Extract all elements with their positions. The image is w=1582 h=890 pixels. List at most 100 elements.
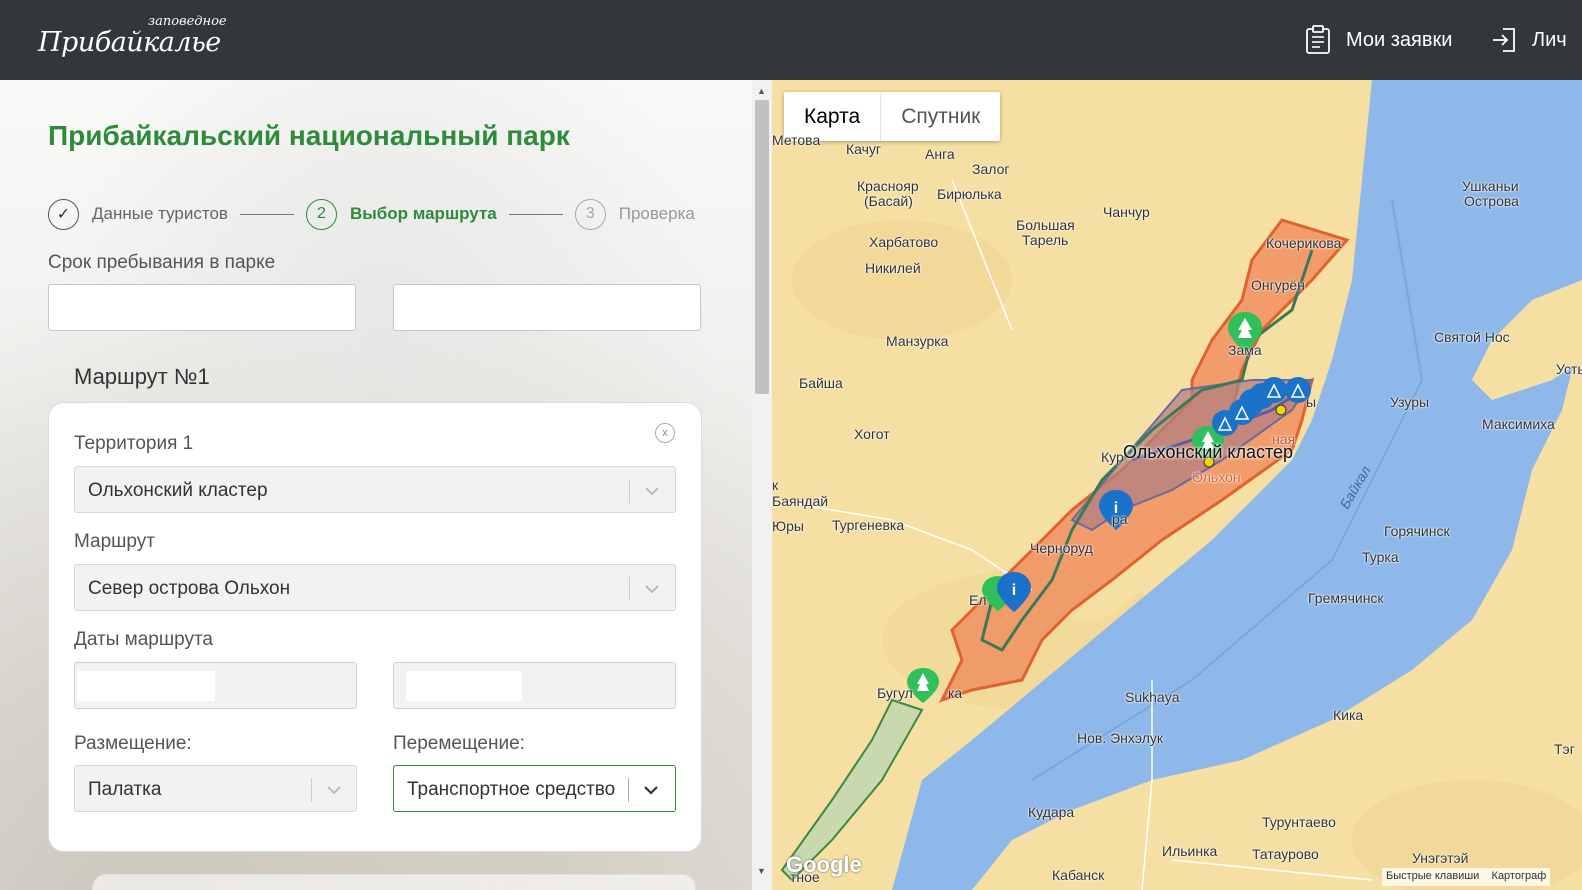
place-label: Святой Нос <box>1434 329 1510 345</box>
keyboard-shortcuts-link[interactable]: Быстрые клавиши <box>1386 870 1479 882</box>
redacted-value <box>61 293 215 323</box>
place-label: Тургеневка <box>832 517 905 533</box>
place-label: Онгурён <box>1251 277 1305 293</box>
place-label: Максимиха <box>1482 416 1555 432</box>
step-3-label: Проверка <box>618 204 695 223</box>
chevron-down-icon <box>644 786 658 795</box>
route-card: x Территория 1 Ольхонский кластер Маршру… <box>48 402 702 852</box>
place-label: Анга <box>925 146 955 162</box>
scroll-down-arrow-icon[interactable]: ▼ <box>757 866 766 876</box>
route-map[interactable]: i i Карта Спутник Метова Качуг Анга Зало… <box>772 80 1582 890</box>
redacted-value <box>406 293 510 323</box>
place-label: Байша <box>799 375 843 391</box>
route-select[interactable]: Север острова Ольхон <box>74 564 676 611</box>
place-label: Ушканьи <box>1462 178 1519 194</box>
place-label: Острова <box>1464 193 1519 209</box>
place-label: Нов. Энхэлук <box>1077 730 1164 746</box>
accommodation-select[interactable]: Палатка <box>74 765 357 812</box>
redacted-value <box>77 671 215 701</box>
route-start-date-input[interactable] <box>74 662 357 709</box>
place-label: Черноруд <box>1030 540 1093 556</box>
scroll-thumb[interactable] <box>755 100 769 394</box>
place-label: Зама <box>1228 342 1262 358</box>
select-divider <box>628 778 629 802</box>
scroll-up-arrow-icon[interactable]: ▲ <box>757 86 766 96</box>
select-divider <box>629 479 630 503</box>
logo-title: Прибайкалье <box>38 27 221 58</box>
place-label: Никилей <box>865 260 921 276</box>
place-label: Тарель <box>1022 232 1069 248</box>
login-icon <box>1493 28 1515 52</box>
accommodation-value: Палатка <box>88 779 162 800</box>
place-label: Турунтаево <box>1262 814 1336 830</box>
territory-label: Территория 1 <box>74 433 194 454</box>
redacted-value <box>406 671 522 701</box>
place-label: ра <box>1112 511 1128 527</box>
place-label: Sukhaya <box>1125 689 1180 705</box>
step-2-label: Выбор маршрута <box>349 204 497 223</box>
place-label: Баяндай <box>772 493 829 509</box>
accommodation-label: Размещение: <box>74 733 192 754</box>
stay-end-date-input[interactable] <box>393 284 701 331</box>
place-label: Юры <box>772 518 804 534</box>
form-scrollbar[interactable]: ▲ ▼ <box>752 80 772 890</box>
stay-period-label: Срок пребывания в парке <box>48 252 276 273</box>
place-label: к <box>772 477 779 493</box>
place-label: Кочерикова <box>1266 235 1342 251</box>
movement-value: Транспортное средство <box>407 779 616 800</box>
territory-value: Ольхонский кластер <box>88 480 268 501</box>
tab-satellite[interactable]: Спутник <box>880 92 1000 141</box>
chevron-down-icon <box>327 786 341 795</box>
step-2-number: 2 <box>305 198 337 230</box>
place-label: Кабанск <box>1052 867 1105 883</box>
booking-form-panel: Прибайкальский национальный парк ✓ Данны… <box>0 80 772 890</box>
place-label: Залог <box>972 161 1010 177</box>
select-divider <box>311 778 312 802</box>
step-1-label[interactable]: Данные туристов <box>92 204 228 224</box>
place-label: Бугул <box>877 685 913 701</box>
stepper: ✓ Данные туристов 2 Выбор маршрута 3 Про… <box>48 198 695 230</box>
place-label: Унэгэтэй <box>1412 850 1469 866</box>
place-label: Усть <box>1556 361 1582 377</box>
select-divider <box>629 577 630 601</box>
my-requests-link[interactable]: Мои заявки <box>1304 24 1452 56</box>
place-label: Краснояр <box>857 178 919 194</box>
place-label: Ильинка <box>1162 843 1218 859</box>
movement-select[interactable]: Транспортное средство <box>393 765 676 812</box>
territory-select[interactable]: Ольхонский кластер <box>74 466 676 513</box>
place-label: Чанчур <box>1103 204 1150 220</box>
route-label: Маршрут <box>74 531 155 552</box>
place-label: Качуг <box>846 141 882 157</box>
place-label: Татаурово <box>1252 846 1319 862</box>
stay-start-date-input[interactable] <box>48 284 356 331</box>
place-label: Турка <box>1362 549 1399 565</box>
route-end-date-input[interactable] <box>393 662 676 709</box>
route-heading: Маршрут №1 <box>74 364 210 389</box>
remove-route-button[interactable]: x <box>655 423 675 443</box>
my-requests-label: Мои заявки <box>1346 28 1453 51</box>
map-data-link[interactable]: Картограф <box>1492 870 1547 882</box>
place-label: Ел <box>969 592 987 608</box>
google-logo: Google <box>786 852 862 877</box>
place-label: Метова <box>772 132 821 148</box>
next-route-card <box>92 874 696 890</box>
route-value: Север острова Ольхон <box>88 578 291 599</box>
place-label: Ольхон <box>1192 469 1241 485</box>
step-1-check-icon: ✓ <box>48 198 79 230</box>
cluster-label: Ольхонский кластер <box>1123 442 1294 462</box>
site-logo[interactable]: заповедное Прибайкалье <box>36 14 236 66</box>
map-footer: Быстрые клавиши Картограф <box>1382 868 1551 886</box>
account-link[interactable]: Лич <box>1490 24 1567 56</box>
step-connector <box>508 213 563 215</box>
step-connector <box>239 213 294 215</box>
place-label: Большая <box>1016 217 1075 233</box>
place-label: ка <box>948 685 963 701</box>
place-label: Горячинск <box>1384 523 1450 539</box>
step-3-number: 3 <box>574 198 606 230</box>
place-label: Гремячинск <box>1308 590 1384 606</box>
place-label: Кудара <box>1028 804 1075 820</box>
place-label: Тэг <box>1554 741 1575 757</box>
clipboard-icon <box>1306 25 1330 54</box>
page-title: Прибайкальский национальный парк <box>48 120 570 151</box>
place-label: Кика <box>1333 707 1364 723</box>
